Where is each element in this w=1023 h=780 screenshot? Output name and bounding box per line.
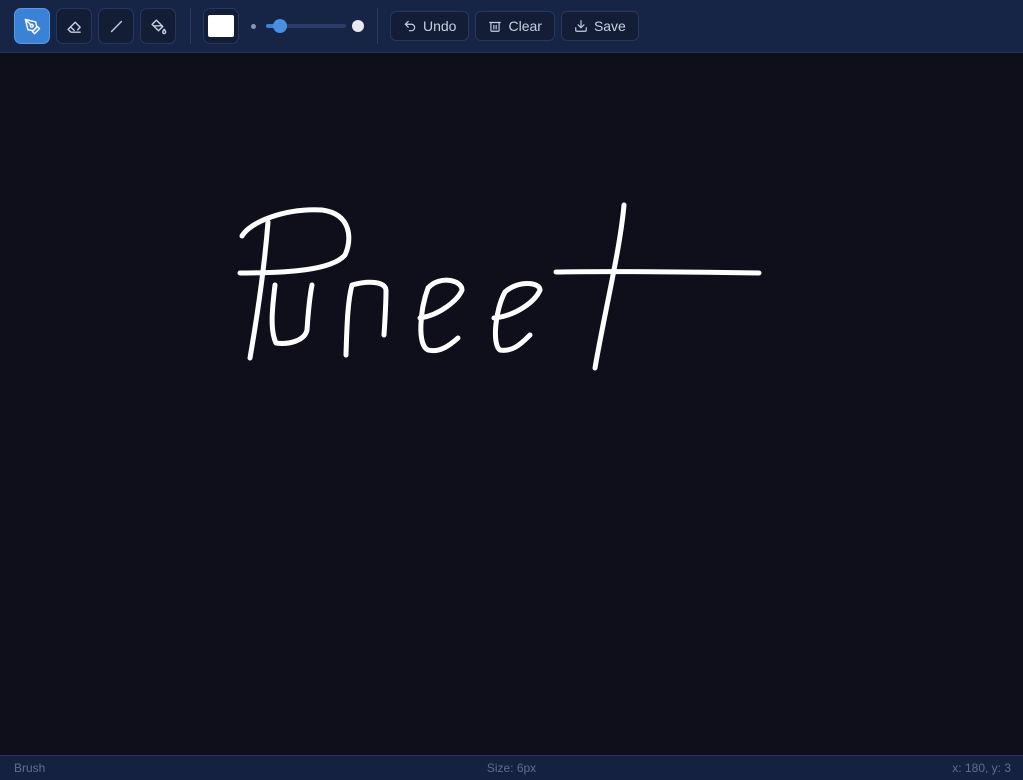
eraser-tool-button[interactable] xyxy=(56,8,92,44)
stroke-e1 xyxy=(417,277,465,354)
clear-button[interactable]: Clear xyxy=(475,11,555,41)
drawing-canvas[interactable] xyxy=(0,53,1023,755)
slider-thumb[interactable] xyxy=(272,19,287,33)
clear-label: Clear xyxy=(508,18,542,34)
fill-tool-button[interactable] xyxy=(140,8,176,44)
stroke-n xyxy=(343,279,389,358)
stroke-p-bowl xyxy=(237,207,352,276)
save-button[interactable]: Save xyxy=(560,11,639,41)
undo-label: Undo xyxy=(423,18,457,34)
drawing-strokes xyxy=(237,202,762,371)
status-coords: x: 180, y: 3 xyxy=(952,761,1011,775)
size-large-indicator xyxy=(352,20,364,32)
color-picker-button[interactable] xyxy=(203,8,239,44)
stroke-e2 xyxy=(491,281,543,353)
stroke-p-stem xyxy=(247,219,271,361)
undo-icon xyxy=(404,20,416,32)
status-size: Size: 6px xyxy=(486,761,537,775)
status-bar: Brush Size: 6px x: 180, y: 3 xyxy=(0,755,1023,780)
toolbar-divider xyxy=(190,8,191,44)
trash-icon xyxy=(489,21,502,32)
drawing-app: Undo Clear Save Brush Size: 6px x: 180, … xyxy=(0,0,1023,780)
brush-size-slider[interactable] xyxy=(266,18,346,34)
fill-icon xyxy=(150,18,166,34)
download-icon xyxy=(575,20,587,32)
stroke-u xyxy=(269,282,315,346)
undo-button[interactable]: Undo xyxy=(390,11,470,41)
brush-tool-button[interactable] xyxy=(14,8,50,44)
current-color-swatch xyxy=(208,15,234,37)
stroke-t-crossbar xyxy=(553,269,762,276)
pen-icon xyxy=(24,18,40,34)
toolbar: Undo Clear Save xyxy=(0,0,1023,53)
line-icon xyxy=(110,20,122,32)
toolbar-divider xyxy=(377,8,378,44)
eraser-icon xyxy=(66,21,81,33)
line-tool-button[interactable] xyxy=(98,8,134,44)
size-small-indicator xyxy=(251,23,256,29)
save-label: Save xyxy=(593,18,626,34)
status-tool: Brush xyxy=(14,761,46,775)
stroke-t-stem xyxy=(592,202,627,371)
